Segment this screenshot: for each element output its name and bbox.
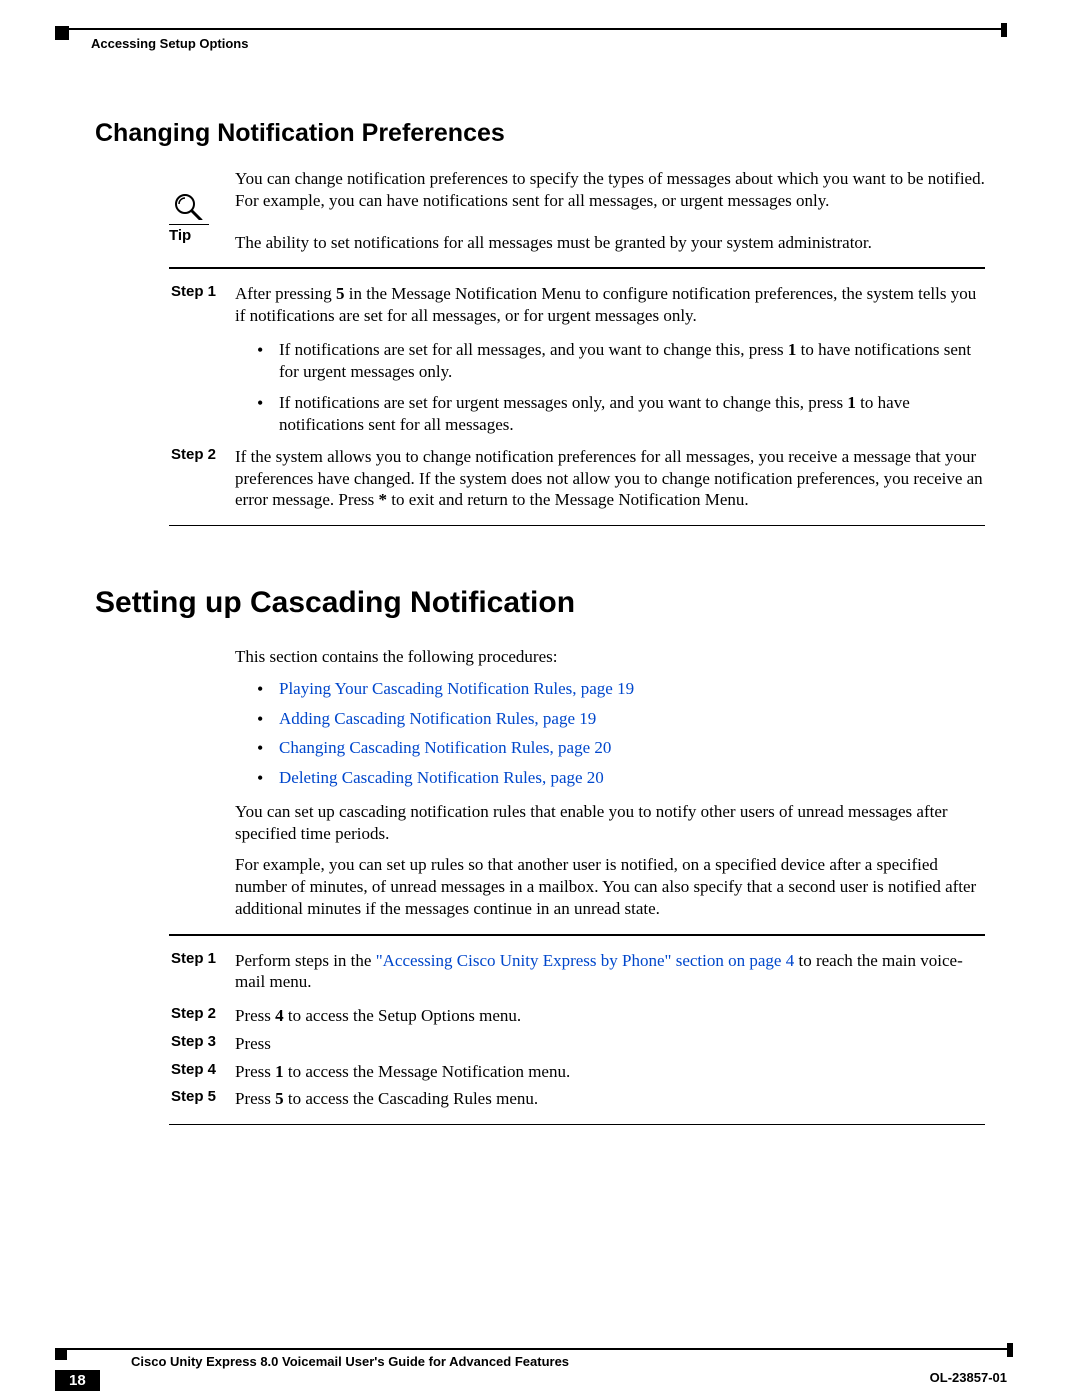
bullet-item: If notifications are set for urgent mess… [257,392,985,436]
step-2: Step 2 If the system allows you to chang… [95,446,985,511]
step-4: Step 4 Press 1 to access the Message Not… [95,1061,985,1083]
running-head: Accessing Setup Options [91,36,985,51]
footer: Cisco Unity Express 8.0 Voicemail User's… [55,1348,1007,1369]
step-body: If the system allows you to change notif… [235,446,985,511]
step-body: Press 5 to access the Cascading Rules me… [235,1088,985,1110]
step-label: Step 2 [95,446,235,511]
step-2: Step 2 Press 4 to access the Setup Optio… [95,1005,985,1027]
header-rule [55,28,1007,30]
link-item[interactable]: Deleting Cascading Notification Rules, p… [257,767,985,789]
divider [169,1124,985,1125]
link-list: Playing Your Cascading Notification Rule… [257,678,985,789]
step-body: After pressing 5 in the Message Notifica… [235,283,985,327]
bullet-item: If notifications are set for all message… [257,339,985,383]
doc-id: OL-23857-01 [930,1370,1007,1385]
step-1: Step 1 After pressing 5 in the Message N… [95,283,985,327]
step-body: Perform steps in the "Accessing Cisco Un… [235,950,985,994]
cross-ref-link[interactable]: "Accessing Cisco Unity Express by Phone"… [376,951,795,970]
step-label: Step 2 [95,1005,235,1027]
link-item[interactable]: Changing Cascading Notification Rules, p… [257,737,985,759]
intro-paragraph: This section contains the following proc… [235,646,985,668]
step-3: Step 3 Press [95,1033,985,1055]
step-5: Step 5 Press 5 to access the Cascading R… [95,1088,985,1110]
link-item[interactable]: Playing Your Cascading Notification Rule… [257,678,985,700]
section-heading: Setting up Cascading Notification [95,586,985,620]
step-body: Press 1 to access the Message Notificati… [235,1061,985,1083]
tip-label: Tip [169,227,191,244]
intro-paragraph: You can change notification preferences … [235,168,985,212]
paragraph: You can set up cascading notification ru… [235,801,985,845]
step-label: Step 3 [95,1033,235,1055]
paragraph: For example, you can set up rules so tha… [235,854,985,919]
section-heading: Changing Notification Preferences [95,119,985,148]
tip-text: The ability to set notifications for all… [235,222,985,254]
divider [169,525,985,526]
link-item[interactable]: Adding Cascading Notification Rules, pag… [257,708,985,730]
page-number: 18 [55,1370,100,1391]
step-label: Step 4 [95,1061,235,1083]
step-body: Press [235,1033,985,1055]
bullet-list: If notifications are set for all message… [257,339,985,436]
tip-block: Tip The ability to set notifications for… [95,222,985,254]
divider [169,934,985,936]
step-label: Step 1 [95,950,235,994]
step-1: Step 1 Perform steps in the "Accessing C… [95,950,985,994]
tip-icon [169,192,209,220]
divider [169,267,985,269]
footer-doc-title: Cisco Unity Express 8.0 Voicemail User's… [131,1354,1007,1369]
step-label: Step 1 [95,283,235,327]
footer-rule [55,1348,1007,1350]
step-label: Step 5 [95,1088,235,1110]
step-body: Press 4 to access the Setup Options menu… [235,1005,985,1027]
